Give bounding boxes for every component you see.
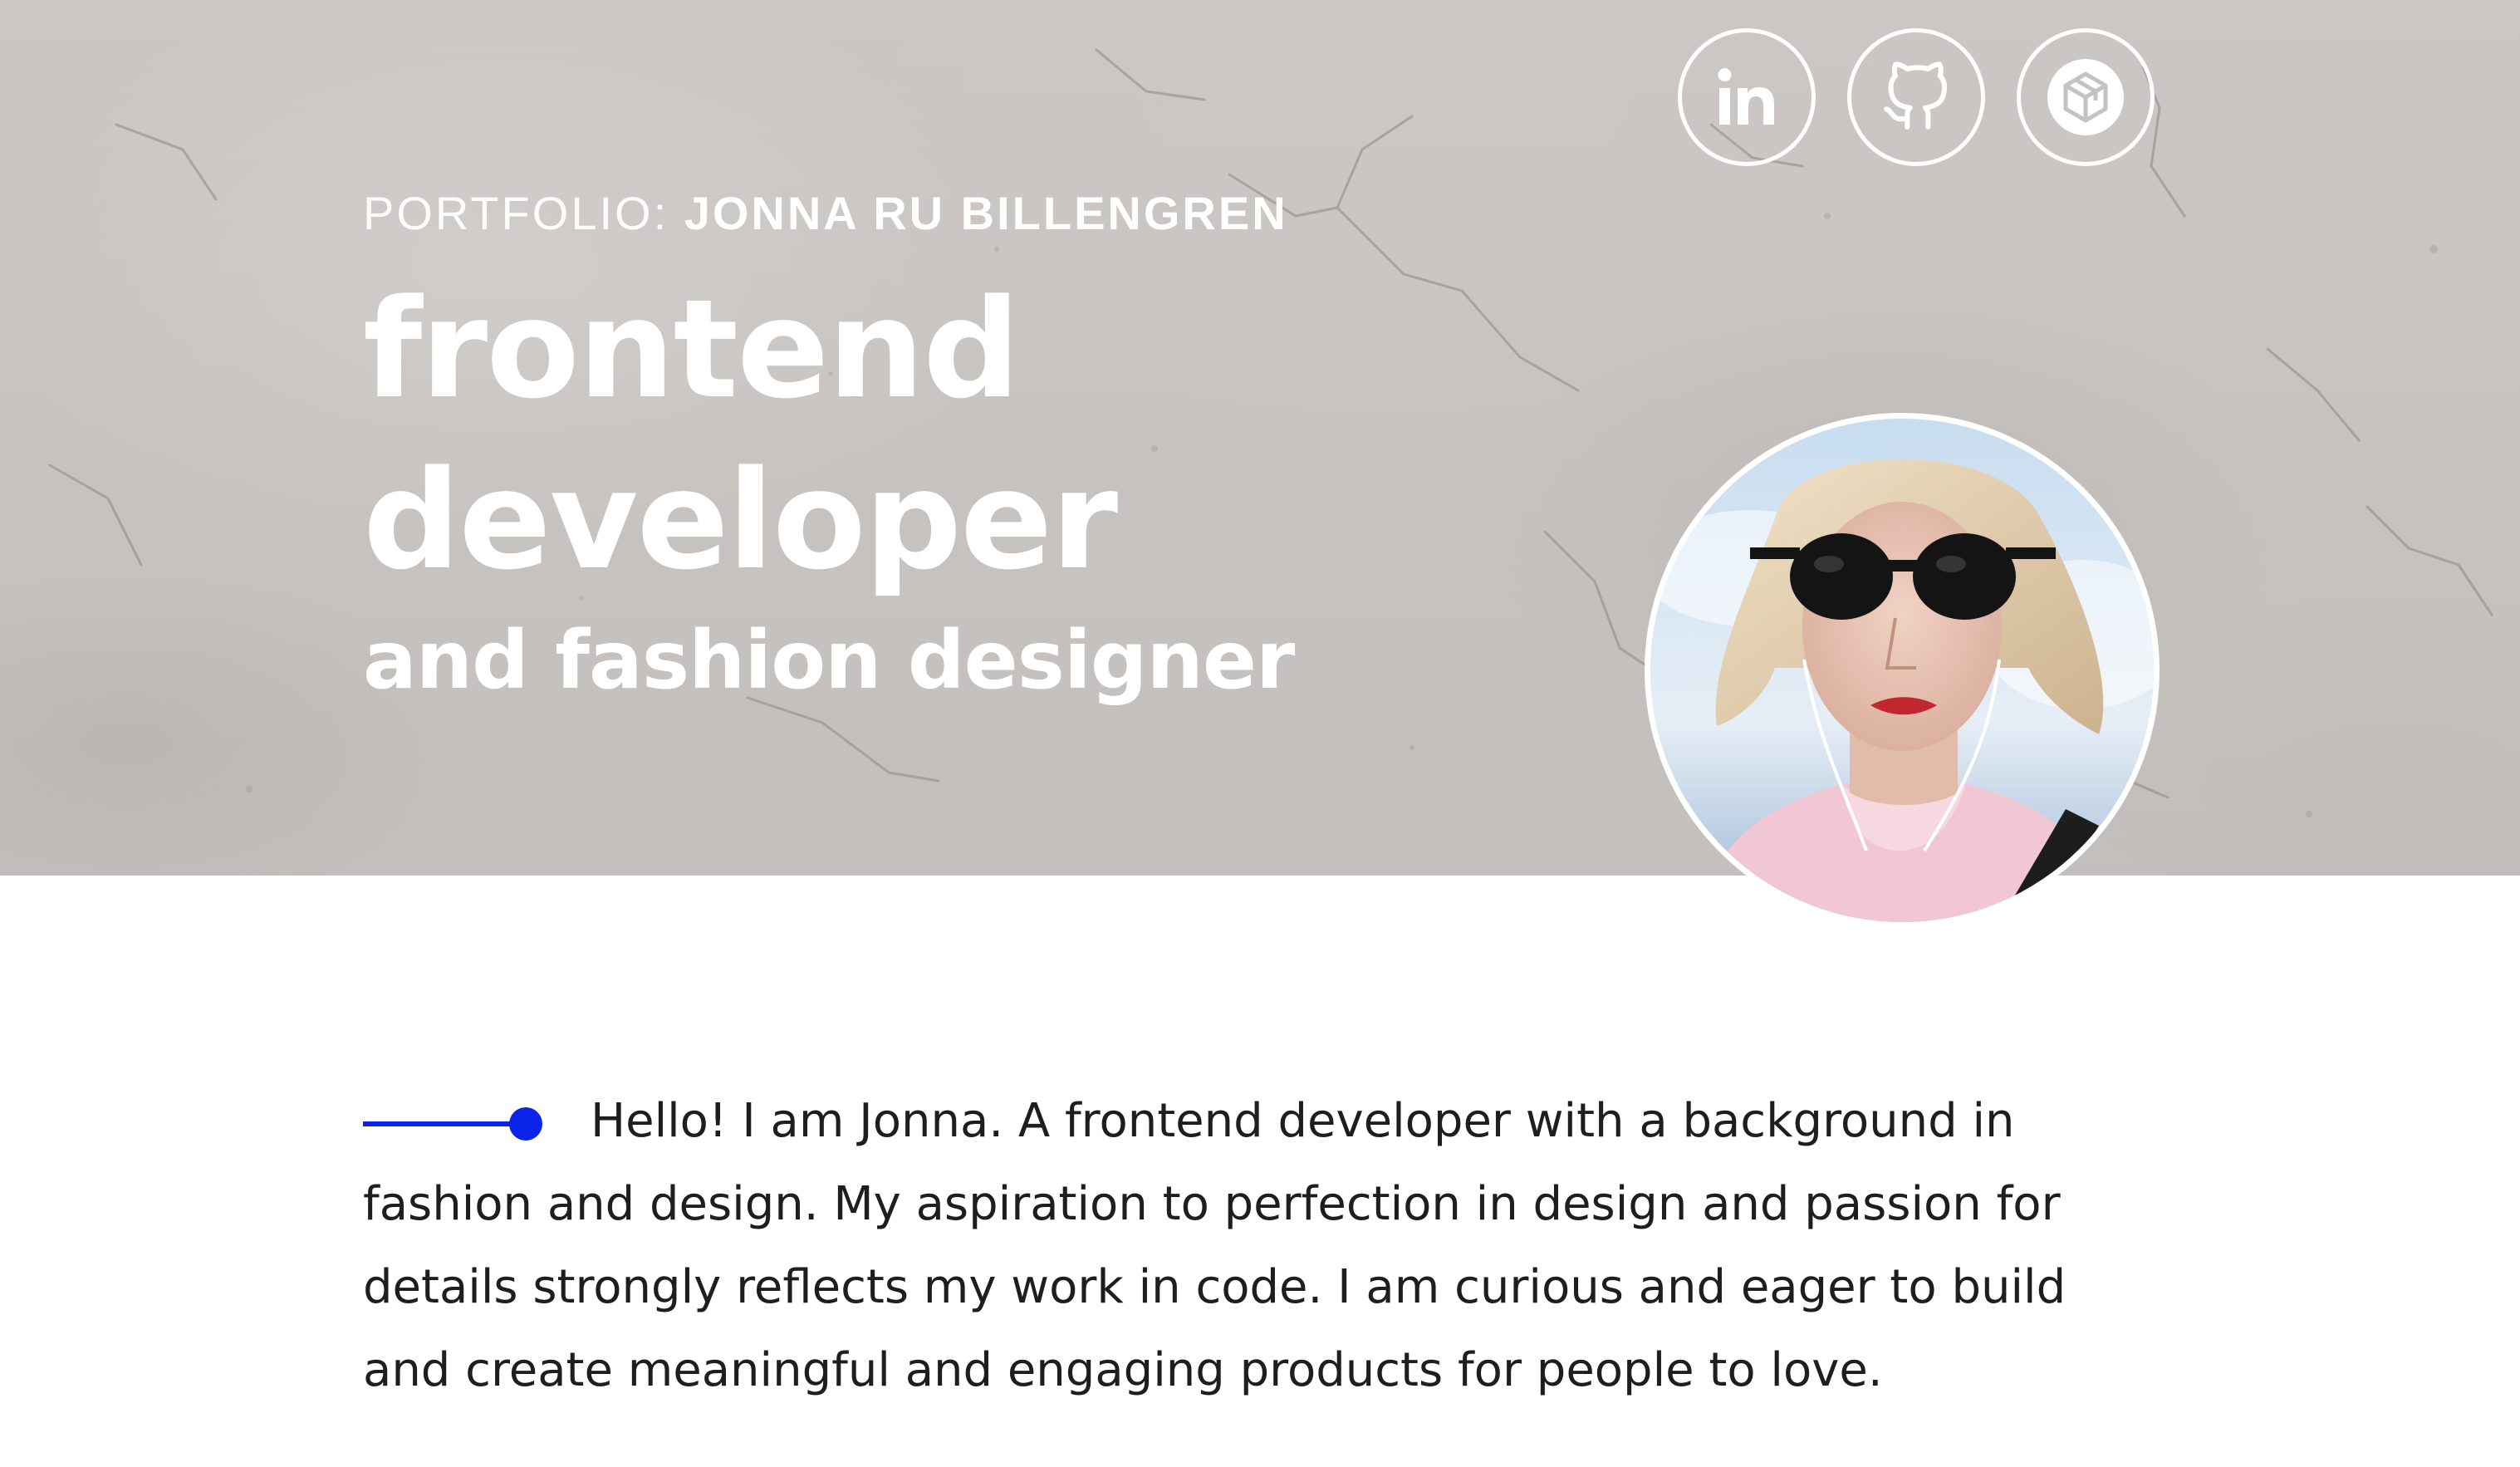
linkedin-link[interactable]: [1678, 28, 1816, 166]
portfolio-page: PORTFOLIO: JONNA RU BILLENGREN frontend …: [0, 0, 2520, 1467]
github-link[interactable]: [1847, 28, 1985, 166]
accent-line: [363, 1121, 521, 1126]
codepen-link[interactable]: [2017, 28, 2155, 166]
portfolio-eyebrow: PORTFOLIO: JONNA RU BILLENGREN: [363, 184, 1288, 243]
about-text: Hello! I am Jonna. A frontend developer …: [363, 1080, 2165, 1412]
portrait-photo: [1650, 419, 2154, 922]
title-line-2: developer: [363, 441, 1118, 600]
page-title: frontend developer: [363, 264, 1118, 606]
about-paragraph: Hello! I am Jonna. A frontend developer …: [363, 1094, 2066, 1397]
owner-name: JONNA RU BILLENGREN: [684, 187, 1288, 239]
codepen-icon: [2047, 59, 2124, 135]
avatar: [1645, 413, 2160, 928]
title-line-1: frontend: [363, 270, 1020, 429]
github-icon: [1884, 61, 1948, 130]
linkedin-icon: [1718, 68, 1774, 125]
page-subtitle: and fashion designer: [363, 614, 1295, 707]
eyebrow-label: PORTFOLIO:: [363, 187, 684, 239]
accent-dot: [509, 1106, 542, 1141]
accent-marker: [363, 1106, 542, 1141]
